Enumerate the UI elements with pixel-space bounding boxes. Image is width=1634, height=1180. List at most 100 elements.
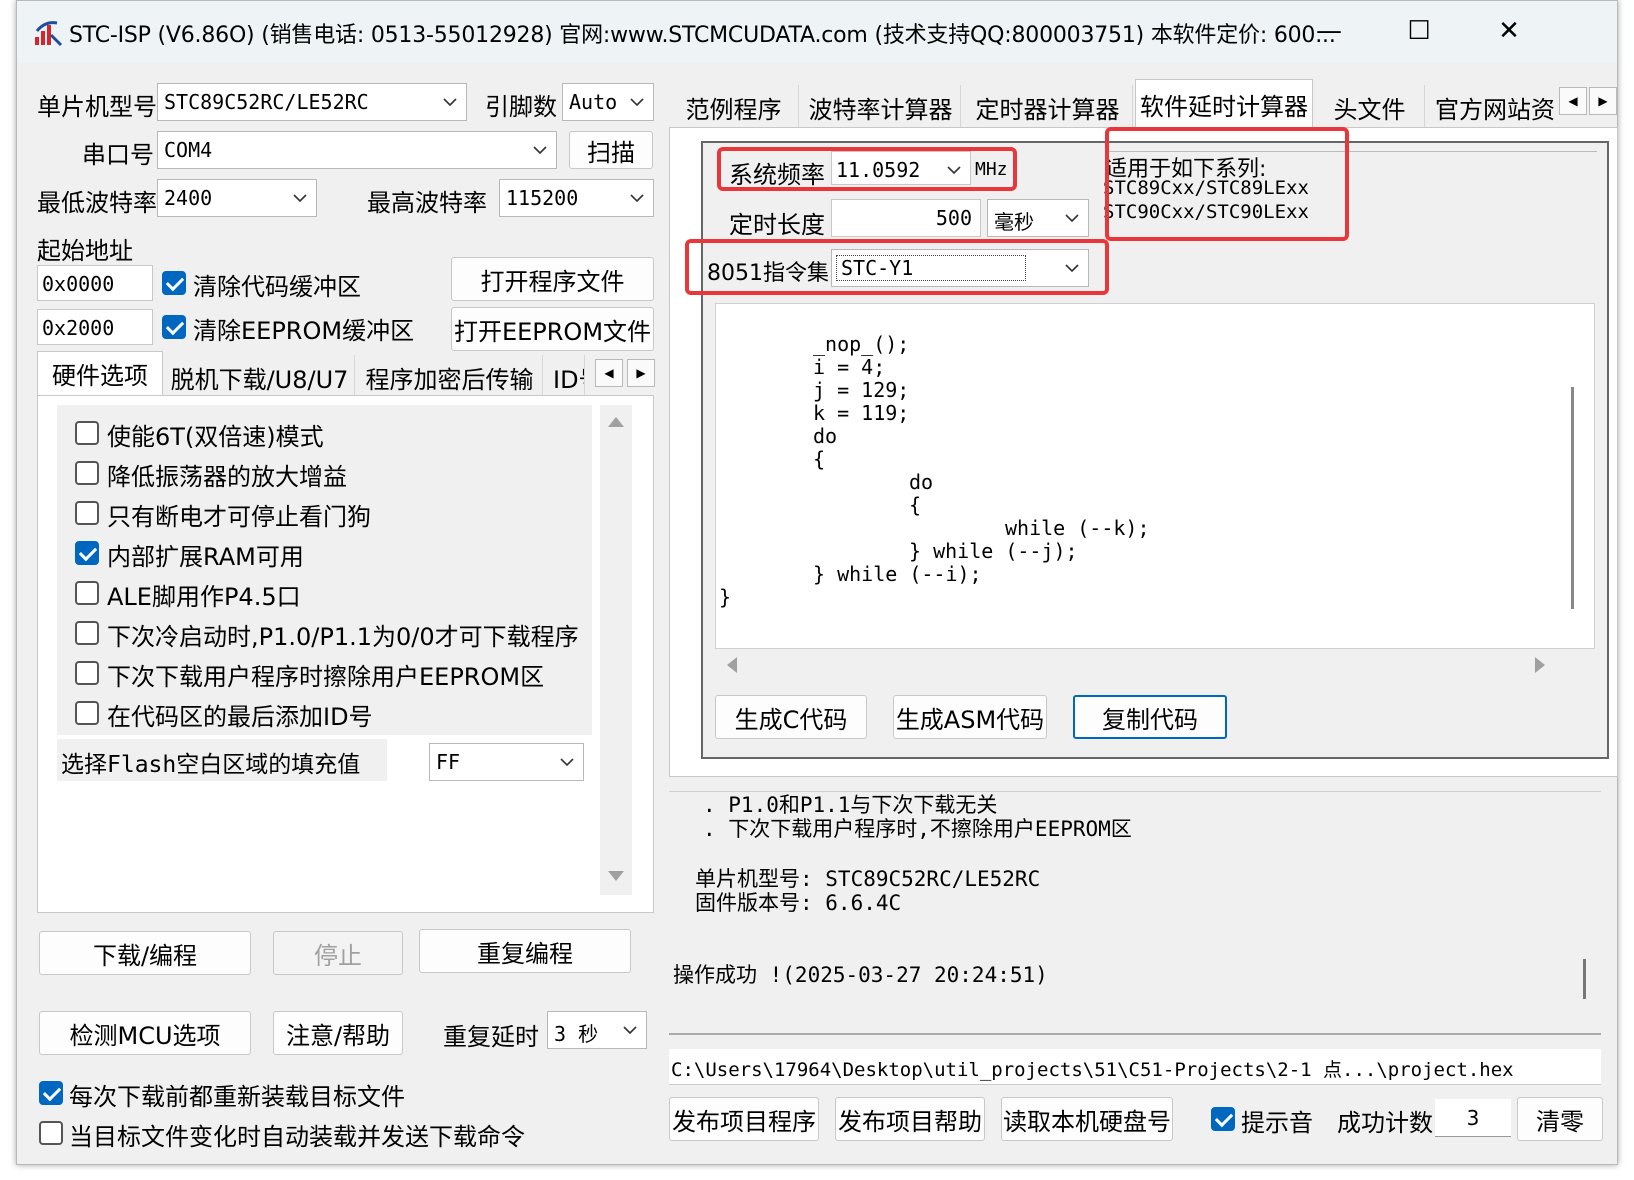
scroll-up-icon[interactable] bbox=[608, 415, 624, 427]
tab-timer-calculator[interactable]: 定时器计算器 bbox=[963, 85, 1133, 129]
close-button[interactable]: ✕ bbox=[1487, 11, 1531, 51]
mcu-type-select[interactable]: STC89C52RC/LE52RC bbox=[157, 83, 467, 121]
option-checkbox-8[interactable] bbox=[75, 701, 99, 725]
minimize-button[interactable]: — bbox=[1307, 11, 1351, 51]
max-baud-select[interactable]: 115200 bbox=[499, 179, 654, 217]
duration-input[interactable]: 500 bbox=[831, 199, 981, 237]
publish-program-button[interactable]: 发布项目程序 bbox=[669, 1097, 819, 1141]
min-baud-select[interactable]: 2400 bbox=[157, 179, 317, 217]
option-checkbox-5[interactable] bbox=[75, 581, 99, 605]
read-disk-id-button[interactable]: 读取本机硬盘号 bbox=[1001, 1097, 1173, 1141]
tab-scroll-right-button[interactable]: ▶ bbox=[627, 359, 655, 387]
duration-value: 500 bbox=[935, 206, 972, 230]
fill-value-select[interactable]: FF bbox=[429, 743, 584, 781]
right-tab-scroll-right-button[interactable]: ▶ bbox=[1589, 87, 1617, 115]
mcu-type-label: 单片机型号 bbox=[37, 93, 157, 121]
eeprom-address-input[interactable]: 0x2000 bbox=[37, 309, 153, 345]
reprogram-button[interactable]: 重复编程 bbox=[419, 929, 631, 973]
duration-unit-select[interactable]: 毫秒 bbox=[987, 199, 1089, 237]
series-info-highlight bbox=[1105, 127, 1349, 241]
open-program-button[interactable]: 打开程序文件 bbox=[451, 257, 654, 301]
max-baud-value: 115200 bbox=[506, 186, 579, 210]
auto-send-label: 当目标文件变化时自动装载并发送下载命令 bbox=[69, 1123, 525, 1151]
scroll-right-icon[interactable] bbox=[1535, 657, 1547, 673]
min-baud-label: 最低波特率 bbox=[37, 189, 157, 217]
generate-c-button[interactable]: 生成C代码 bbox=[715, 695, 867, 739]
option-checkbox-4[interactable] bbox=[75, 541, 99, 565]
port-select[interactable]: COM4 bbox=[157, 131, 557, 169]
scroll-left-icon[interactable] bbox=[725, 657, 737, 673]
repeat-delay-select[interactable]: 3 秒 bbox=[547, 1011, 647, 1049]
option-checkbox-1[interactable] bbox=[75, 421, 99, 445]
pins-label: 引脚数 bbox=[485, 93, 557, 121]
success-count-value: 3 bbox=[1435, 1099, 1511, 1137]
scan-button[interactable]: 扫描 bbox=[569, 131, 653, 169]
stop-button[interactable]: 停止 bbox=[273, 931, 403, 975]
code-line-8: { bbox=[909, 493, 922, 517]
code-line-3: j = 129; bbox=[813, 378, 910, 402]
copy-code-button[interactable]: 复制代码 bbox=[1073, 695, 1227, 739]
right-tab-scroll-left-button[interactable]: ◀ bbox=[1559, 87, 1587, 115]
option-label-7: 下次下载用户程序时擦除用户EEPROM区 bbox=[107, 663, 545, 691]
open-eeprom-button[interactable]: 打开EEPROM文件 bbox=[451, 307, 654, 351]
tab-offline-download[interactable]: 脱机下载/U8/U7 bbox=[165, 355, 355, 399]
title-bar[interactable]: STC-ISP (V6.86O) (销售电话: 0513-55012928) 官… bbox=[17, 1, 1617, 63]
option-checkbox-7[interactable] bbox=[75, 661, 99, 685]
sound-checkbox[interactable] bbox=[1211, 1107, 1235, 1131]
clear-count-button[interactable]: 清零 bbox=[1517, 1097, 1603, 1141]
code-line-1: _nop_(); bbox=[813, 332, 910, 356]
clear-code-checkbox[interactable] bbox=[162, 271, 186, 295]
help-button[interactable]: 注意/帮助 bbox=[273, 1011, 403, 1055]
chevron-down-icon bbox=[630, 194, 644, 203]
max-baud-label: 最高波特率 bbox=[367, 189, 487, 217]
option-checkbox-2[interactable] bbox=[75, 461, 99, 485]
option-checkbox-3[interactable] bbox=[75, 501, 99, 525]
log-scrollbar[interactable] bbox=[1583, 959, 1586, 999]
code-line-7: do bbox=[909, 470, 934, 494]
code-line-6: { bbox=[813, 447, 826, 471]
options-scrollbar[interactable] bbox=[600, 405, 632, 895]
tab-id-number[interactable]: ID号 bbox=[545, 355, 585, 399]
scroll-down-icon[interactable] bbox=[608, 871, 624, 883]
maximize-button[interactable]: ☐ bbox=[1397, 11, 1441, 51]
reload-label: 每次下载前都重新装载目标文件 bbox=[69, 1083, 405, 1111]
generate-asm-button[interactable]: 生成ASM代码 bbox=[893, 695, 1047, 739]
auto-send-checkbox[interactable] bbox=[39, 1121, 63, 1145]
code-line-4: k = 119; bbox=[813, 401, 910, 425]
chevron-down-icon bbox=[623, 1026, 637, 1035]
option-checkbox-6[interactable] bbox=[75, 621, 99, 645]
fill-value-value: FF bbox=[436, 750, 461, 774]
clear-code-label: 清除代码缓冲区 bbox=[193, 273, 361, 301]
tab-examples[interactable]: 范例程序 bbox=[669, 85, 799, 129]
publish-help-button[interactable]: 发布项目帮助 bbox=[835, 1097, 985, 1141]
download-program-button[interactable]: 下载/编程 bbox=[39, 931, 251, 975]
tab-hardware-options[interactable]: 硬件选项 bbox=[37, 351, 163, 395]
tab-delay-calculator[interactable]: 软件延时计算器 bbox=[1135, 79, 1313, 129]
option-label-6: 下次冷启动时,P1.0/P1.1为0/0才可下载程序 bbox=[107, 623, 579, 651]
repeat-delay-label: 重复延时 bbox=[443, 1023, 539, 1051]
reload-checkbox[interactable] bbox=[39, 1081, 63, 1105]
tab-header-files[interactable]: 头文件 bbox=[1315, 85, 1425, 129]
detect-mcu-button[interactable]: 检测MCU选项 bbox=[39, 1011, 251, 1055]
option-label-8: 在代码区的最后添加ID号 bbox=[107, 703, 373, 731]
duration-unit-value: 毫秒 bbox=[994, 210, 1034, 234]
tab-scroll-left-button[interactable]: ◀ bbox=[595, 359, 623, 387]
option-label-5: ALE脚用作P4.5口 bbox=[107, 583, 301, 611]
system-freq-highlight bbox=[717, 147, 1017, 191]
code-horizontal-scrollbar[interactable] bbox=[715, 649, 1595, 681]
log-success-line: 操作成功 !(2025-03-27 20:24:51) bbox=[673, 963, 1048, 987]
tab-official-site[interactable]: 官方网站资 bbox=[1427, 85, 1559, 129]
chevron-down-icon bbox=[630, 98, 644, 107]
code-line-9: while (--k); bbox=[1005, 516, 1150, 540]
window-title: STC-ISP (V6.86O) (销售电话: 0513-55012928) 官… bbox=[69, 23, 1336, 48]
sound-label: 提示音 bbox=[1241, 1109, 1313, 1137]
pins-value: Auto bbox=[569, 90, 618, 114]
tab-baud-calculator[interactable]: 波特率计算器 bbox=[801, 85, 961, 129]
code-address-input[interactable]: 0x0000 bbox=[37, 265, 153, 301]
code-vertical-scrollbar[interactable] bbox=[1571, 387, 1574, 609]
tab-encrypted-transfer[interactable]: 程序加密后传输 bbox=[357, 355, 543, 399]
code-line-10: } while (--j); bbox=[909, 539, 1078, 563]
clear-eeprom-checkbox[interactable] bbox=[162, 315, 186, 339]
log-firmware-line: 固件版本号: 6.6.4C bbox=[695, 891, 902, 915]
pins-select[interactable]: Auto bbox=[562, 83, 654, 121]
